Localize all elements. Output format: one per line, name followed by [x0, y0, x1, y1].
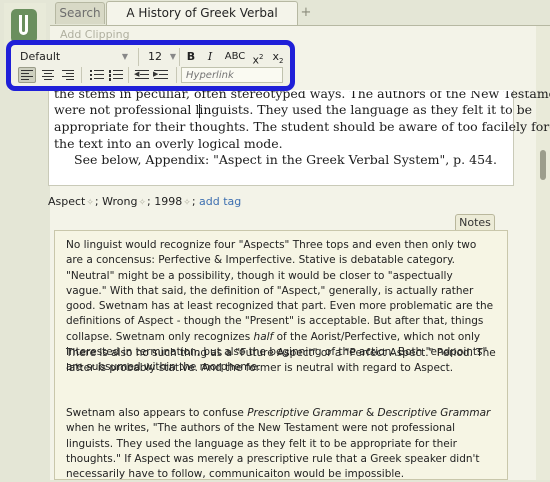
remove-tag-icon[interactable]: ✧ — [86, 198, 94, 208]
tab-active-note[interactable]: A History of Greek Verbal Description — [106, 1, 298, 43]
tag-item[interactable]: 1998 — [154, 195, 182, 208]
paperclip-icon — [11, 9, 37, 43]
remove-tag-icon[interactable]: ✧ — [139, 198, 147, 208]
tag-separator: ; — [191, 195, 196, 208]
notes-tab[interactable]: Notes — [455, 214, 495, 230]
notes-text: & — [365, 407, 375, 419]
document-line: were not professional linguists. They us… — [54, 102, 533, 117]
tag-separator: ; — [147, 195, 151, 208]
notes-emphasis: half — [253, 330, 274, 343]
notes-text: Swetnam also appears to confuse — [66, 407, 244, 419]
new-tab-button[interactable]: + — [299, 4, 313, 22]
notes-text: when he writes, "The authors of the New … — [66, 422, 480, 481]
notes-emphasis: Descriptive Grammar — [377, 407, 491, 419]
tag-list: Aspect✧; Wrong✧; 1998✧; add tag — [48, 195, 241, 208]
text-cursor — [199, 104, 200, 118]
scrollbar-thumb[interactable] — [540, 150, 546, 180]
tag-item[interactable]: Aspect — [48, 195, 85, 208]
notes-paragraph: There is also no such thing as a "Future… — [66, 347, 496, 375]
remove-tag-icon[interactable]: ✧ — [183, 198, 191, 208]
tag-item[interactable]: Wrong — [102, 195, 137, 208]
notes-emphasis: Prescriptive Grammar — [247, 407, 363, 419]
document-line: See below, Appendix: "Aspect in the Gree… — [74, 152, 497, 167]
tab-search[interactable]: Search — [55, 2, 105, 24]
document-line: the text into an overly logical mode. — [54, 136, 283, 151]
notes-text: No linguist would recognize four "Aspect… — [66, 239, 494, 343]
tag-separator: ; — [94, 195, 99, 208]
document-line: appropriate for their thoughts. The stud… — [54, 119, 550, 134]
notes-paragraph: Swetnam also appears to confuse Prescrip… — [66, 406, 496, 482]
add-tag-link[interactable]: add tag — [199, 195, 241, 208]
toolbar-highlight-box — [6, 40, 295, 91]
